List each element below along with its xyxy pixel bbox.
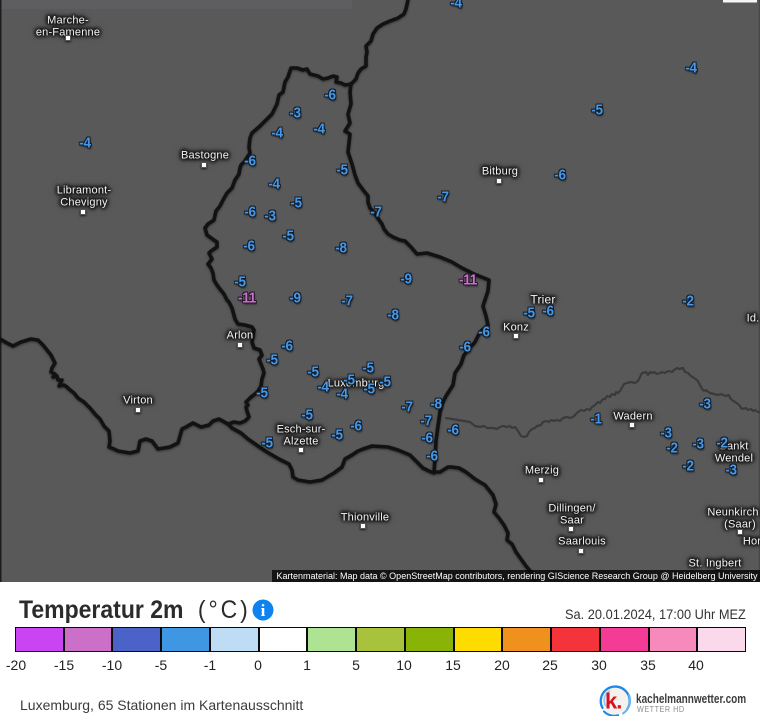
svg-text:k.: k. xyxy=(605,689,621,714)
svg-text:i: i xyxy=(261,601,266,620)
